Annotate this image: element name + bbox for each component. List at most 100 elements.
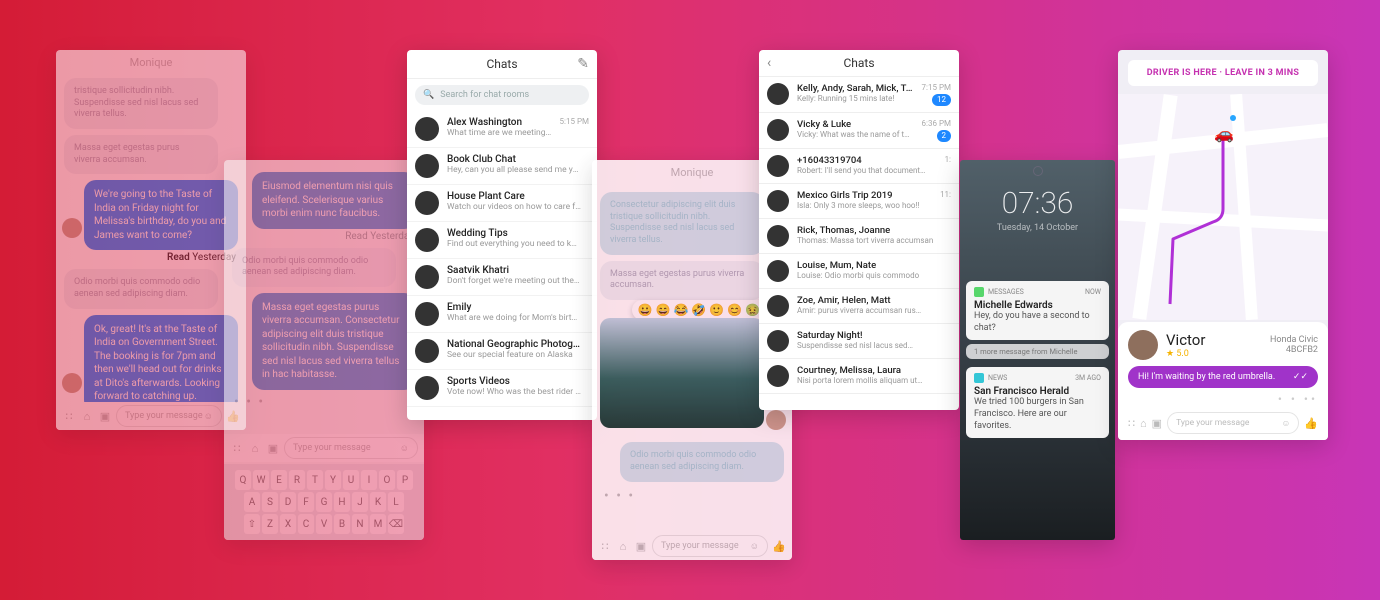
key-j[interactable]: J	[352, 492, 368, 512]
chat-name: Saatvik Khatri	[447, 265, 581, 276]
camera-icon[interactable]: ⌂	[248, 441, 262, 455]
key-l[interactable]: L	[388, 492, 404, 512]
ride-status-screen: DRIVER IS HERE · LEAVE IN 3 MINS 🚗 Victo…	[1118, 50, 1328, 440]
driver-avatar[interactable]	[1128, 330, 1158, 360]
notification-group-more[interactable]: 1 more message from Michelle	[966, 344, 1109, 359]
incoming-message: tristique sollicitudin nibh. Suspendisse…	[64, 78, 218, 129]
compose-icon[interactable]: ✎	[577, 56, 589, 72]
chat-row[interactable]: +16043319704 Robert: I'll send you that …	[759, 149, 959, 184]
avatar	[767, 119, 789, 141]
key-s[interactable]: S	[262, 492, 278, 512]
key-z[interactable]: Z	[262, 514, 278, 534]
key-h[interactable]: H	[334, 492, 350, 512]
camera-icon[interactable]: ⌂	[616, 539, 630, 553]
chat-name: Louise, Mum, Nate	[797, 260, 943, 271]
camera-notch-icon	[1033, 166, 1043, 176]
message-input[interactable]: Type your message☺	[116, 405, 222, 427]
key-c[interactable]: C	[298, 514, 314, 534]
camera-icon[interactable]: ⌂	[1140, 417, 1147, 430]
lock-screen: 07:36 Tuesday, 14 October MESSAGESnow Mi…	[960, 160, 1115, 540]
apps-icon[interactable]: ∷	[1128, 417, 1135, 430]
emoji-icon[interactable]: ☺	[1282, 418, 1291, 429]
notification-card[interactable]: NEWS3m ago San Francisco Herald We tried…	[966, 367, 1109, 438]
emoji-icon[interactable]: ☺	[204, 411, 213, 422]
key-i[interactable]: I	[361, 470, 377, 490]
image-message[interactable]	[600, 318, 764, 428]
car-icon: 🚗	[1214, 124, 1234, 143]
key-v[interactable]: V	[316, 514, 332, 534]
chat-row[interactable]: Rick, Thomas, Joanne Thomas: Massa tort …	[759, 219, 959, 254]
chat-time: 5:15 PM	[560, 117, 589, 126]
chat-time: 6:36 PM	[922, 119, 951, 128]
map[interactable]: 🚗	[1118, 94, 1328, 320]
chat-name: Alex Washington	[447, 117, 552, 128]
notification-card[interactable]: MESSAGESnow Michelle Edwards Hey, do you…	[966, 281, 1109, 340]
message-status: Read Yesterday	[56, 252, 236, 263]
message-input[interactable]: Type your message☺	[284, 437, 418, 459]
key-w[interactable]: W	[253, 470, 269, 490]
back-icon[interactable]: ‹	[767, 55, 771, 71]
chat-row[interactable]: Zoe, Amir, Helen, Matt Amir: purus viver…	[759, 289, 959, 324]
apps-icon[interactable]: ∷	[230, 441, 244, 455]
like-icon[interactable]: 👍	[772, 539, 786, 553]
message-input[interactable]: Type your message☺	[1167, 412, 1299, 434]
key-t[interactable]: T	[307, 470, 323, 490]
key-r[interactable]: R	[289, 470, 305, 490]
key-p[interactable]: P	[397, 470, 413, 490]
chat-screen-thread-b: Eiusmod elementum nisi quis eleifend. Sc…	[224, 160, 424, 540]
apps-icon[interactable]: ∷	[62, 409, 76, 423]
outgoing-message: We're going to the Taste of India on Fri…	[84, 180, 238, 250]
key-y[interactable]: Y	[325, 470, 341, 490]
key-⌫[interactable]: ⌫	[388, 514, 404, 534]
chat-row[interactable]: Vicky & Luke Vicky: What was the name of…	[759, 113, 959, 149]
key-a[interactable]: A	[244, 492, 260, 512]
camera-icon[interactable]: ⌂	[80, 409, 94, 423]
key-f[interactable]: F	[298, 492, 314, 512]
chat-snippet: Watch our videos on how to care for…	[447, 202, 581, 212]
chat-row[interactable]: Mexico Girls Trip 2019 Isla: Only 3 more…	[759, 184, 959, 219]
chat-row[interactable]: Wedding Tips Find out everything you nee…	[407, 222, 597, 259]
image-icon[interactable]: ▣	[634, 539, 648, 553]
clock-date: Tuesday, 14 October	[960, 223, 1115, 233]
key-b[interactable]: B	[334, 514, 350, 534]
key-m[interactable]: M	[370, 514, 386, 534]
key-k[interactable]: K	[370, 492, 386, 512]
chat-row[interactable]: House Plant Care Watch our videos on how…	[407, 185, 597, 222]
chat-list-screen-b: ‹ Chats Kelly, Andy, Sarah, Mick, Tom, J…	[759, 50, 959, 410]
emoji-icon[interactable]: ☺	[750, 541, 759, 552]
chat-row[interactable]: Saatvik Khatri Don't forget we're meetin…	[407, 259, 597, 296]
chat-row[interactable]: Courtney, Melissa, Laura Nisi porta lore…	[759, 359, 959, 394]
chat-row[interactable]: National Geographic Photography See our …	[407, 333, 597, 370]
key-g[interactable]: G	[316, 492, 332, 512]
key-u[interactable]: U	[343, 470, 359, 490]
key-d[interactable]: D	[280, 492, 296, 512]
chat-snippet: Vote now! Who was the best rider in the	[447, 387, 581, 397]
chat-row[interactable]: Alex Washington What time are we meeting…	[407, 111, 597, 148]
chat-row[interactable]: Louise, Mum, Nate Louise: Odio morbi qui…	[759, 254, 959, 289]
key-q[interactable]: Q	[235, 470, 251, 490]
chat-name: Courtney, Melissa, Laura	[797, 365, 943, 376]
image-icon[interactable]: ▣	[266, 441, 280, 455]
key-n[interactable]: N	[352, 514, 368, 534]
chat-snippet: Robert: I'll send you that document…	[797, 166, 937, 175]
chat-name: +16043319704	[797, 155, 937, 166]
chat-row[interactable]: Saturday Night! Suspendisse sed nisl lac…	[759, 324, 959, 359]
key-e[interactable]: E	[271, 470, 287, 490]
message-input[interactable]: Type your message☺	[652, 535, 768, 557]
chat-row[interactable]: Book Club Chat Hey, can you all please s…	[407, 148, 597, 185]
image-icon[interactable]: ▣	[1152, 417, 1162, 430]
chat-time: 7:15 PM	[922, 83, 951, 92]
search-input[interactable]: 🔍 Search for chat rooms	[415, 85, 589, 105]
chat-row[interactable]: Kelly, Andy, Sarah, Mick, Tom, Joe Kelly…	[759, 77, 959, 113]
chat-row[interactable]: Sports Videos Vote now! Who was the best…	[407, 370, 597, 407]
key-o[interactable]: O	[379, 470, 395, 490]
apps-icon[interactable]: ∷	[598, 539, 612, 553]
key-⇧[interactable]: ⇧	[244, 514, 260, 534]
chat-row[interactable]: Emily What are we doing for Mom's birthd…	[407, 296, 597, 333]
like-icon[interactable]: 👍	[1304, 417, 1318, 430]
image-icon[interactable]: ▣	[98, 409, 112, 423]
emoji-icon[interactable]: ☺	[400, 443, 409, 454]
avatar	[767, 83, 789, 105]
avatar	[415, 117, 439, 141]
key-x[interactable]: X	[280, 514, 296, 534]
